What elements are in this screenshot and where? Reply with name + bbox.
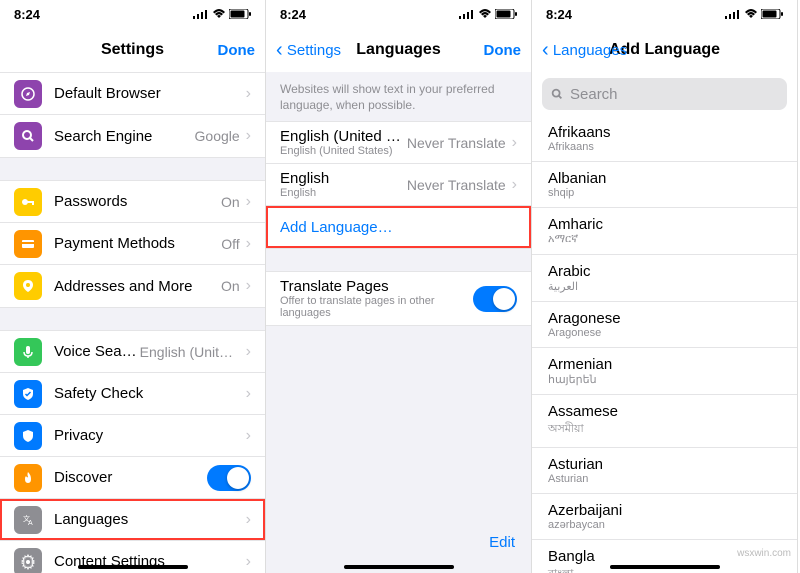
chevron-icon: › bbox=[246, 511, 251, 529]
card-icon bbox=[14, 230, 42, 258]
back-button[interactable]: ‹ Settings bbox=[276, 39, 341, 62]
row-default-browser[interactable]: Default Browser › bbox=[0, 73, 265, 115]
wifi-icon bbox=[478, 9, 492, 19]
language-option[interactable]: Armenianհայերեն bbox=[532, 348, 797, 395]
signal-icon bbox=[725, 9, 741, 19]
status-bar: 8:24 bbox=[266, 0, 531, 28]
chevron-icon: › bbox=[512, 176, 517, 194]
row-translate-pages[interactable]: Translate Pages Offer to translate pages… bbox=[266, 272, 531, 325]
translate-toggle[interactable] bbox=[473, 286, 517, 312]
search-icon bbox=[550, 87, 564, 101]
language-option[interactable]: Assameseঅসমীয়া bbox=[532, 395, 797, 448]
chevron-icon: › bbox=[512, 134, 517, 152]
row-voice-search[interactable]: Voice Search English (United St… › bbox=[0, 331, 265, 373]
discover-toggle[interactable] bbox=[207, 465, 251, 491]
chevron-icon: › bbox=[246, 553, 251, 571]
language-option[interactable]: AsturianAsturian bbox=[532, 448, 797, 494]
language-option[interactable]: Albanianshqip bbox=[532, 162, 797, 208]
language-option[interactable]: Amharicአማርኛ bbox=[532, 208, 797, 255]
status-icons bbox=[725, 9, 783, 19]
row-safety-check[interactable]: Safety Check › bbox=[0, 373, 265, 415]
signal-icon bbox=[193, 9, 209, 19]
search-icon bbox=[14, 122, 42, 150]
row-payment-methods[interactable]: Payment Methods Off › bbox=[0, 223, 265, 265]
status-bar: 8:24 bbox=[532, 0, 797, 28]
chevron-left-icon: ‹ bbox=[542, 39, 549, 62]
row-language-en-us[interactable]: English (United States) English (United … bbox=[266, 122, 531, 164]
chevron-left-icon: ‹ bbox=[276, 39, 283, 62]
svg-text:A: A bbox=[28, 520, 33, 527]
status-time: 8:24 bbox=[280, 7, 306, 22]
row-discover[interactable]: Discover bbox=[0, 457, 265, 499]
section-note: Websites will show text in your preferre… bbox=[266, 72, 531, 121]
status-icons bbox=[459, 9, 517, 19]
row-languages[interactable]: 文A Languages › bbox=[0, 499, 265, 541]
shield-icon bbox=[14, 422, 42, 450]
edit-button[interactable]: Edit bbox=[473, 524, 531, 561]
chevron-icon: › bbox=[246, 127, 251, 145]
chevron-icon: › bbox=[246, 235, 251, 253]
language-option[interactable]: Arabicالعربية bbox=[532, 255, 797, 302]
chevron-icon: › bbox=[246, 85, 251, 103]
pin-icon bbox=[14, 272, 42, 300]
shield-check-icon bbox=[14, 380, 42, 408]
language-option[interactable]: AragoneseAragonese bbox=[532, 302, 797, 348]
row-addresses[interactable]: Addresses and More On › bbox=[0, 265, 265, 307]
translate-icon: 文A bbox=[14, 506, 42, 534]
back-button[interactable]: ‹ Languages bbox=[542, 39, 627, 62]
row-passwords[interactable]: Passwords On › bbox=[0, 181, 265, 223]
row-language-en[interactable]: English English Never Translate › bbox=[266, 164, 531, 206]
status-time: 8:24 bbox=[546, 7, 572, 22]
language-option[interactable]: Azerbaijaniazərbaycan bbox=[532, 494, 797, 540]
flame-icon bbox=[14, 464, 42, 492]
chevron-icon: › bbox=[246, 343, 251, 361]
done-button[interactable]: Done bbox=[218, 42, 256, 59]
mic-icon bbox=[14, 338, 42, 366]
home-indicator[interactable] bbox=[78, 565, 188, 569]
watermark: wsxwin.com bbox=[737, 548, 791, 559]
chevron-icon: › bbox=[246, 427, 251, 445]
battery-icon bbox=[229, 9, 251, 19]
row-add-language[interactable]: Add Language… bbox=[266, 206, 531, 248]
wifi-icon bbox=[744, 9, 758, 19]
nav-bar: Settings Done bbox=[0, 28, 265, 72]
nav-bar: ‹ Languages Add Language bbox=[532, 28, 797, 72]
chevron-icon: › bbox=[246, 193, 251, 211]
status-bar: 8:24 bbox=[0, 0, 265, 28]
status-icons bbox=[193, 9, 251, 19]
wifi-icon bbox=[212, 9, 226, 19]
key-icon bbox=[14, 188, 42, 216]
row-search-engine[interactable]: Search Engine Google › bbox=[0, 115, 265, 157]
screen-settings: 8:24 Settings Done Default Browser › Sea… bbox=[0, 0, 266, 573]
search-input[interactable]: Search bbox=[542, 78, 787, 110]
done-button[interactable]: Done bbox=[484, 42, 522, 59]
screen-add-language: 8:24 ‹ Languages Add Language Search Afr… bbox=[532, 0, 798, 573]
language-option[interactable]: AfrikaansAfrikaans bbox=[532, 116, 797, 162]
settings-list[interactable]: Default Browser › Search Engine Google ›… bbox=[0, 72, 265, 573]
languages-list[interactable]: Websites will show text in your preferre… bbox=[266, 72, 531, 573]
row-privacy[interactable]: Privacy › bbox=[0, 415, 265, 457]
status-time: 8:24 bbox=[14, 7, 40, 22]
screen-languages: 8:24 ‹ Settings Languages Done Websites … bbox=[266, 0, 532, 573]
chevron-icon: › bbox=[246, 277, 251, 295]
language-list[interactable]: AfrikaansAfrikaansAlbanianshqipAmharicአማ… bbox=[532, 116, 797, 573]
battery-icon bbox=[495, 9, 517, 19]
nav-bar: ‹ Settings Languages Done bbox=[266, 28, 531, 72]
home-indicator[interactable] bbox=[610, 565, 720, 569]
chevron-icon: › bbox=[246, 385, 251, 403]
battery-icon bbox=[761, 9, 783, 19]
gear-icon bbox=[14, 548, 42, 573]
compass-icon bbox=[14, 80, 42, 108]
signal-icon bbox=[459, 9, 475, 19]
home-indicator[interactable] bbox=[344, 565, 454, 569]
